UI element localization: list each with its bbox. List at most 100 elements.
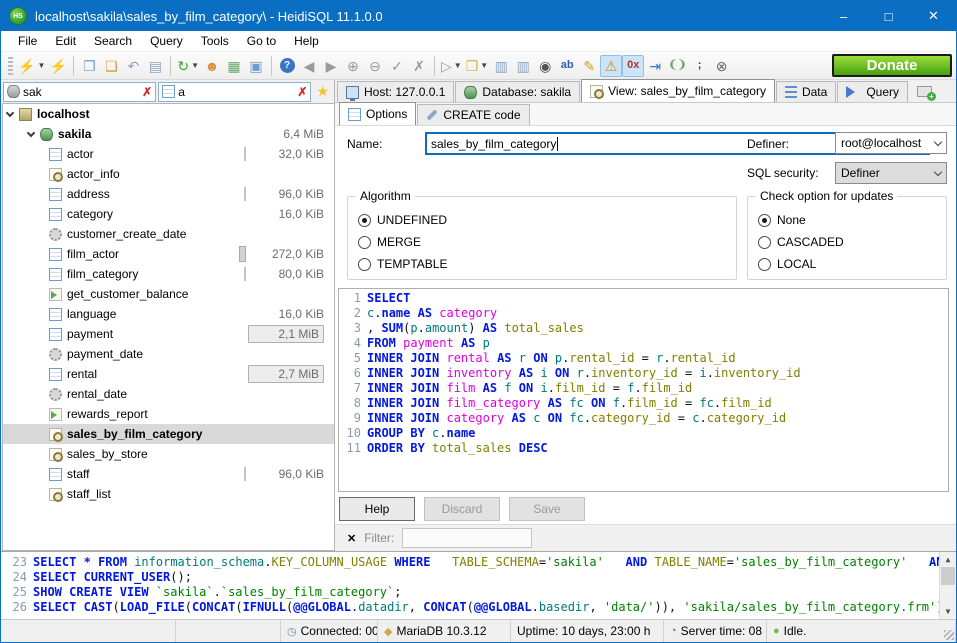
radio-button-icon[interactable] — [758, 214, 771, 227]
tree-item-sales_by_film_category[interactable]: sales_by_film_category — [3, 424, 334, 444]
sql-security-select[interactable]: Definer — [835, 162, 947, 184]
algorithm-option-undefined[interactable]: UNDEFINED — [358, 213, 447, 227]
save-sql-snippet-button[interactable]: ▥ — [512, 55, 534, 77]
replace-text-button[interactable]: ab — [556, 55, 578, 77]
nav-first-button[interactable]: ◀ — [298, 55, 320, 77]
tree-item-staff_list[interactable]: staff_list — [3, 484, 334, 504]
close-filter-icon[interactable]: ✕ — [347, 532, 356, 545]
load-sql-file-button[interactable]: ❒▼ — [464, 55, 490, 77]
donate-button[interactable]: Donate — [832, 54, 952, 77]
tree-item-localhost[interactable]: localhost — [3, 104, 334, 124]
dropdown-caret-icon[interactable]: ▼ — [37, 61, 45, 70]
tree-item-sales_by_store[interactable]: sales_by_store — [3, 444, 334, 464]
tree-item-rewards_report[interactable]: rewards_report — [3, 404, 334, 424]
menu-item-go-to[interactable]: Go to — [238, 31, 285, 51]
save-sql-button[interactable]: ▥ — [490, 55, 512, 77]
minimize-button[interactable]: – — [821, 1, 866, 31]
copy-button[interactable]: ❐ — [78, 55, 100, 77]
tab-query[interactable]: Query — [837, 81, 908, 102]
radio-button-icon[interactable] — [358, 236, 371, 249]
filter-input[interactable] — [402, 528, 532, 548]
dropdown-caret-icon[interactable]: ▼ — [454, 61, 462, 70]
save-settings-button[interactable]: ▣ — [245, 55, 267, 77]
tree-item-actor[interactable]: actor32,0 KiB — [3, 144, 334, 164]
subtab-options[interactable]: Options — [339, 102, 416, 125]
radio-button-icon[interactable] — [758, 236, 771, 249]
delete-record-button[interactable]: ⊖ — [364, 55, 386, 77]
tree-item-sakila[interactable]: sakila6,4 MiB — [3, 124, 334, 144]
user-manager-button[interactable]: ☻ — [201, 55, 223, 77]
expand-chevron-icon[interactable] — [6, 108, 14, 116]
radio-button-icon[interactable] — [358, 258, 371, 271]
insert-files-button[interactable]: ⇥ — [644, 55, 666, 77]
scrollbar-thumb[interactable] — [941, 567, 955, 585]
tab-data[interactable]: Data — [776, 81, 836, 102]
dropdown-caret-icon[interactable]: ▼ — [191, 61, 199, 70]
tree-item-payment[interactable]: payment2,1 MiB — [3, 324, 334, 344]
blob-as-text-button[interactable]: 0x — [622, 55, 644, 77]
menu-item-file[interactable]: File — [9, 31, 46, 51]
menu-item-tools[interactable]: Tools — [192, 31, 238, 51]
find-text-button[interactable]: ◉ — [534, 55, 556, 77]
menu-item-edit[interactable]: Edit — [46, 31, 85, 51]
help-button[interactable]: Help — [339, 497, 415, 521]
view-sql-editor[interactable]: 1SELECT2c.name AS category3, SUM(p.amoun… — [338, 288, 949, 492]
tab-view-sales-by-film-category[interactable]: View: sales_by_film_category — [581, 79, 775, 102]
resize-grip[interactable] — [944, 630, 954, 640]
maximize-button[interactable]: □ — [866, 1, 911, 31]
expand-chevron-icon[interactable] — [27, 128, 35, 136]
cancel-query-button[interactable]: ⊗ — [711, 55, 733, 77]
algorithm-option-temptable[interactable]: TEMPTABLE — [358, 257, 447, 271]
clear-table-filter-icon[interactable]: ✗ — [142, 85, 152, 99]
run-sql-button[interactable]: ▷▼ — [439, 55, 464, 77]
scroll-up-icon[interactable]: ▲ — [940, 552, 956, 567]
tree-item-film_category[interactable]: film_category80,0 KiB — [3, 264, 334, 284]
post-record-button[interactable]: ✓ — [386, 55, 408, 77]
export-database-button[interactable]: ▦ — [223, 55, 245, 77]
nav-last-button[interactable]: ▶ — [320, 55, 342, 77]
tree-item-staff[interactable]: staff96,0 KiB — [3, 464, 334, 484]
disconnect-button[interactable]: ⚡ — [47, 55, 69, 77]
reformat-sql-button[interactable]: ✎ — [578, 55, 600, 77]
scroll-down-icon[interactable]: ▼ — [940, 604, 956, 619]
tree-item-rental[interactable]: rental2,7 MiB — [3, 364, 334, 384]
check-option-option-cascaded[interactable]: CASCADED — [758, 235, 844, 249]
dropdown-caret-icon[interactable]: ▼ — [480, 61, 488, 70]
column-filter-input[interactable]: a ✗ — [158, 82, 311, 102]
radio-button-icon[interactable] — [758, 258, 771, 271]
cancel-editing-button[interactable]: ✗ — [408, 55, 430, 77]
tree-item-address[interactable]: address96,0 KiB — [3, 184, 334, 204]
tab-addtab[interactable] — [909, 81, 940, 102]
subtab-create-code[interactable]: CREATE code — [417, 104, 529, 125]
session-manager-button[interactable]: ⚡▼ — [16, 55, 47, 77]
tree-item-actor_info[interactable]: actor_info — [3, 164, 334, 184]
definer-select[interactable]: root@localhost — [835, 132, 947, 154]
tree-item-get_customer_balance[interactable]: get_customer_balance — [3, 284, 334, 304]
print-button[interactable]: ▤ — [144, 55, 166, 77]
menu-item-help[interactable]: Help — [285, 31, 328, 51]
menu-item-search[interactable]: Search — [85, 31, 141, 51]
tree-item-category[interactable]: category16,0 KiB — [3, 204, 334, 224]
table-filter-input[interactable]: sak ✗ — [3, 82, 156, 102]
radio-button-icon[interactable] — [358, 214, 371, 227]
tab-host-127-0-0-1[interactable]: Host: 127.0.0.1 — [337, 81, 454, 102]
log-scrollbar[interactable]: ▲ ▼ — [939, 552, 956, 619]
tree-item-payment_date[interactable]: payment_date — [3, 344, 334, 364]
stop-on-errors-button[interactable]: ⚠ — [600, 55, 622, 77]
favorites-star-icon[interactable]: ★ — [316, 83, 329, 100]
single-queries-button[interactable]: ; — [689, 55, 711, 77]
close-button[interactable]: ✕ — [911, 1, 956, 31]
tree-item-film_actor[interactable]: film_actor272,0 KiB — [3, 244, 334, 264]
tree-item-language[interactable]: language16,0 KiB — [3, 304, 334, 324]
tree-item-customer_create_date[interactable]: customer_create_date — [3, 224, 334, 244]
add-record-button[interactable]: ⊕ — [342, 55, 364, 77]
undo-button[interactable]: ↶ — [122, 55, 144, 77]
tab-database-sakila[interactable]: Database: sakila — [455, 81, 580, 102]
refresh-button[interactable]: ↻▼ — [175, 55, 201, 77]
paste-button[interactable]: ❑ — [100, 55, 122, 77]
tree-item-rental_date[interactable]: rental_date — [3, 384, 334, 404]
algorithm-option-merge[interactable]: MERGE — [358, 235, 421, 249]
menu-item-query[interactable]: Query — [141, 31, 192, 51]
check-option-option-none[interactable]: None — [758, 213, 806, 227]
help-button[interactable]: ? — [276, 55, 298, 77]
